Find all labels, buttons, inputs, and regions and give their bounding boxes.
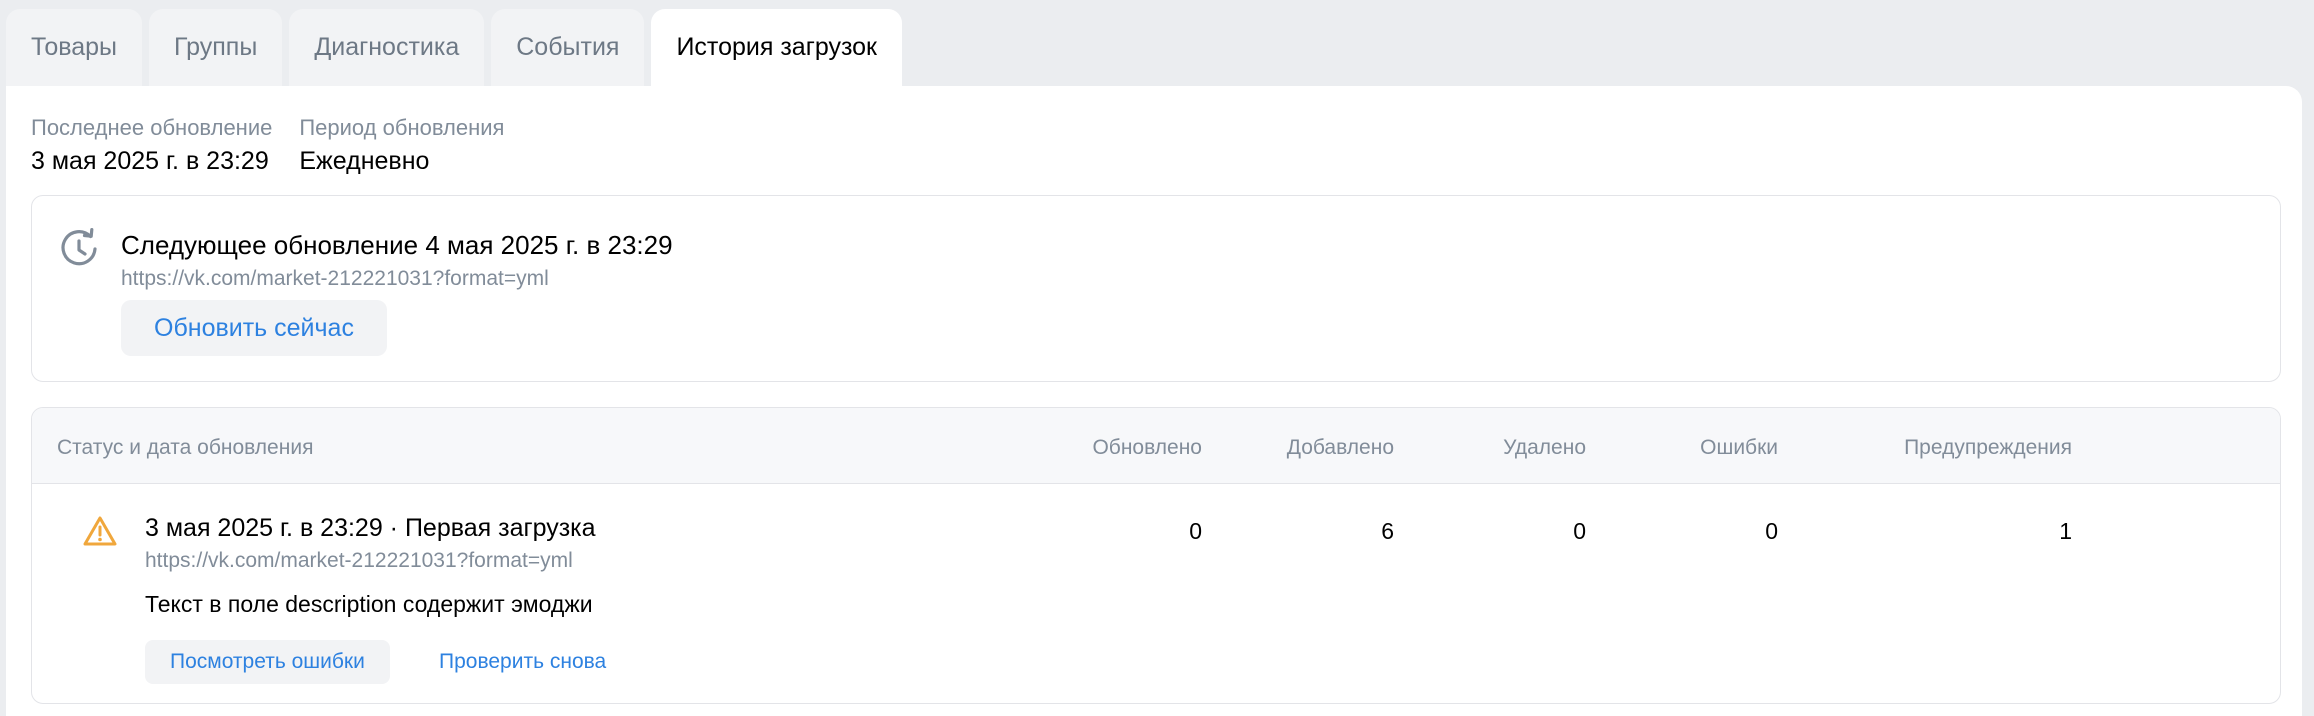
added-count: 6 [1381,518,1394,544]
clock-refresh-icon [61,228,97,266]
view-errors-button[interactable]: Посмотреть ошибки [145,640,390,684]
warning-icon [83,516,117,546]
upload-history-panel: Последнее обновление 3 мая 2025 г. в 23:… [6,86,2302,716]
last-update-block: Последнее обновление 3 мая 2025 г. в 23:… [31,113,272,179]
update-meta: Последнее обновление 3 мая 2025 г. в 23:… [31,113,504,179]
table-row: 3 мая 2025 г. в 23:29 · Первая загрузка … [32,485,2280,703]
update-period-label: Период обновления [299,115,505,140]
errors-count: 0 [1765,518,1778,544]
last-update-value: 3 мая 2025 г. в 23:29 [31,147,269,175]
feed-url: https://vk.com/market-212221031?format=y… [121,267,549,290]
column-warnings-header: Предупреждения [1904,436,2072,459]
column-updated-header: Обновлено [1092,436,1202,459]
upload-title: 3 мая 2025 г. в 23:29 · Первая загрузка [145,514,596,542]
tab-bar: Товары Группы Диагностика События Истори… [6,9,902,86]
tab-groups[interactable]: Группы [149,9,283,86]
update-period-value: Ежедневно [299,147,430,175]
updated-count: 0 [1189,518,1202,544]
next-update-card: Следующее обновление 4 мая 2025 г. в 23:… [31,195,2281,382]
column-errors-header: Ошибки [1700,436,1778,459]
table-header: Статус и дата обновления Обновлено Добав… [32,408,2280,484]
tab-products[interactable]: Товары [6,9,142,86]
warning-message: Текст в поле description содержит эмоджи [145,591,593,617]
column-status-header: Статус и дата обновления [57,436,314,459]
warnings-count: 1 [2059,518,2072,544]
update-period-block: Период обновления Ежедневно [299,113,504,179]
next-update-title: Следующее обновление 4 мая 2025 г. в 23:… [121,230,673,260]
refresh-now-button[interactable]: Обновить сейчас [121,300,387,356]
deleted-count: 0 [1573,518,1586,544]
column-added-header: Добавлено [1286,436,1394,459]
upload-history-table: Статус и дата обновления Обновлено Добав… [31,407,2281,704]
recheck-button[interactable]: Проверить снова [439,640,606,684]
tab-upload-history[interactable]: История загрузок [651,9,902,86]
upload-feed-url: https://vk.com/market-212221031?format=y… [145,549,573,572]
last-update-label: Последнее обновление [31,115,273,140]
tab-diagnostics[interactable]: Диагностика [289,9,485,86]
tab-events[interactable]: События [491,9,645,86]
column-deleted-header: Удалено [1503,436,1586,459]
